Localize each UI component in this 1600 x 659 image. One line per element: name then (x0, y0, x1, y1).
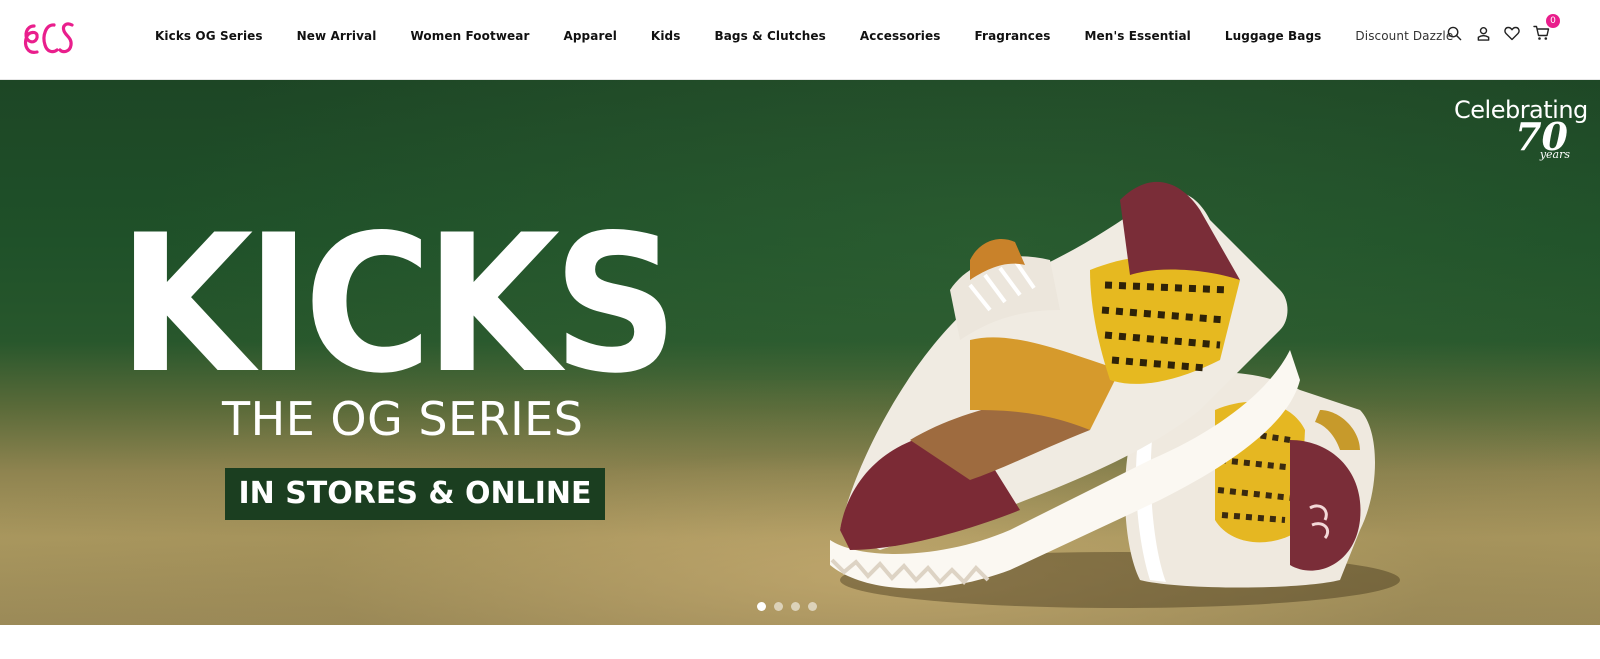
search-icon[interactable] (1445, 24, 1463, 42)
banner-subheadline: THE OG SERIES (222, 392, 584, 446)
page-content-below-banner (0, 625, 1600, 659)
nav-item-accessories[interactable]: Accessories (860, 29, 941, 43)
cart-count-badge: 0 (1546, 14, 1560, 28)
nav-item-fragrances[interactable]: Fragrances (975, 29, 1051, 43)
banner-cta[interactable]: IN STORES & ONLINE (225, 468, 605, 520)
heart-icon[interactable] (1503, 24, 1521, 42)
nav-item-apparel[interactable]: Apparel (563, 29, 616, 43)
carousel-dot-4[interactable] (808, 602, 817, 611)
nav-item-mens-essential[interactable]: Men's Essential (1085, 29, 1191, 43)
celebrating-70-years-badge: Celebrating 70 years (1454, 96, 1588, 166)
carousel-dot-3[interactable] (791, 602, 800, 611)
nav-item-luggage-bags[interactable]: Luggage Bags (1225, 29, 1322, 43)
carousel-dot-1[interactable] (757, 602, 766, 611)
nav-item-women-footwear[interactable]: Women Footwear (410, 29, 529, 43)
cart-icon[interactable]: 0 (1532, 14, 1560, 42)
sneakers-image (830, 181, 1400, 608)
nav-item-bags-clutches[interactable]: Bags & Clutches (714, 29, 825, 43)
header-icons: 0 (1434, 14, 1560, 42)
site-header: Kicks OG Series New Arrival Women Footwe… (0, 0, 1600, 80)
nav-item-kicks-og-series[interactable]: Kicks OG Series (155, 29, 263, 43)
nav-item-new-arrival[interactable]: New Arrival (297, 29, 377, 43)
ecs-logo[interactable] (20, 8, 76, 58)
nav-item-kids[interactable]: Kids (651, 29, 681, 43)
banner-headline: KICKS (118, 194, 679, 415)
carousel-dot-2[interactable] (774, 602, 783, 611)
main-nav: Kicks OG Series New Arrival Women Footwe… (155, 26, 1487, 46)
carousel-dots (757, 602, 825, 611)
hero-banner[interactable]: KICKS THE OG SERIES IN STORES & ONLINE C… (0, 80, 1600, 625)
user-icon[interactable] (1474, 24, 1492, 42)
years-label: years (1539, 148, 1570, 161)
